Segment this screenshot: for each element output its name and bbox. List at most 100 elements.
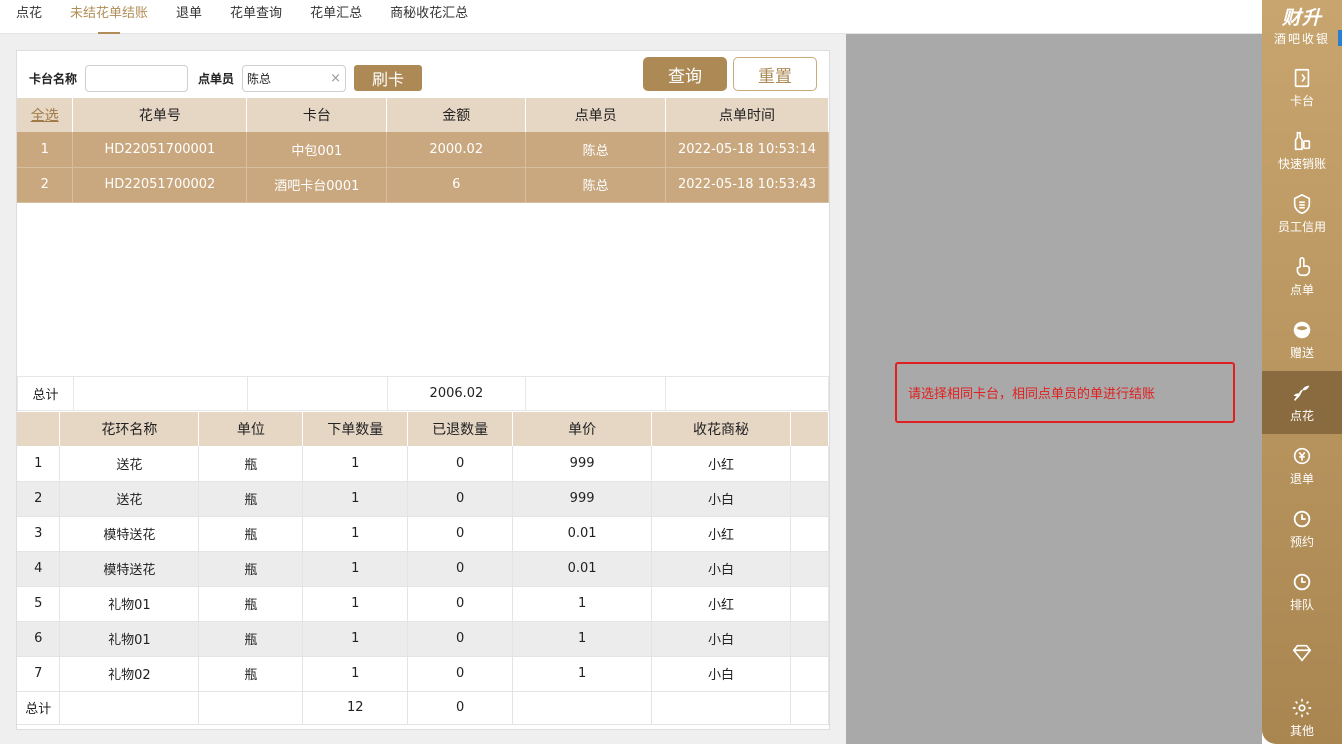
- cell: 1: [302, 481, 409, 517]
- top-tab-bar: 点花 未结花单结账 退单 花单查询 花单汇总 商秘收花汇总: [0, 0, 1262, 34]
- sidebar-item-member[interactable]: [1262, 623, 1342, 686]
- orders-total-row: 总计 2006.02: [17, 376, 829, 411]
- tab-order-summary[interactable]: 花单汇总: [310, 0, 362, 34]
- cell: 小白: [651, 551, 791, 587]
- gift-icon: [1293, 321, 1311, 338]
- tab-refund[interactable]: 退单: [176, 0, 202, 34]
- query-button[interactable]: 查询: [643, 57, 727, 91]
- sidebar-nav: 卡台 快速销账 员工信用 点单 赠送 点花 退单 预约 排队 其他: [1262, 56, 1342, 749]
- table-row[interactable]: 7 礼物02 瓶 1 0 1 小白: [17, 656, 830, 692]
- sidebar-item-other[interactable]: 其他: [1262, 686, 1342, 749]
- cell: 1: [302, 551, 409, 587]
- table-row[interactable]: 2 HD22051700002 酒吧卡台0001 6 陈总 2022-05-18…: [17, 167, 829, 203]
- cell: [790, 446, 830, 482]
- swipe-card-button[interactable]: 刷卡: [354, 65, 423, 91]
- cell: 1: [512, 586, 653, 622]
- cell: [525, 376, 667, 411]
- cell: 瓶: [198, 551, 304, 587]
- clock-icon: [1293, 510, 1311, 527]
- order-time-header: 点单时间: [665, 98, 829, 132]
- cell: [790, 691, 830, 725]
- cell: [198, 691, 304, 725]
- cell: [790, 516, 830, 552]
- table-row[interactable]: 1 送花瓶 1 0 999 小红: [17, 446, 830, 482]
- diamond-icon: [1292, 644, 1312, 662]
- door-icon: [1294, 68, 1310, 87]
- cell: HD22051700001: [72, 132, 248, 168]
- cell: 小红: [651, 446, 791, 482]
- sidebar-item-label: 员工信用: [1277, 219, 1326, 234]
- cell: 1: [302, 446, 409, 482]
- queue-clock-icon: [1293, 573, 1311, 590]
- reset-button[interactable]: 重置: [733, 57, 817, 91]
- sidebar-item-label: 排队: [1289, 597, 1314, 612]
- sidebar-item-reservation[interactable]: 预约: [1262, 497, 1342, 560]
- tab-dianhua[interactable]: 点花: [16, 0, 42, 34]
- sidebar-item-queue[interactable]: 排队: [1262, 560, 1342, 623]
- card-header: 卡台: [246, 98, 388, 132]
- cell: 0: [407, 621, 514, 657]
- cell: 瓶: [198, 481, 304, 517]
- brand-subtitle: 酒吧收银: [1273, 32, 1330, 46]
- cell: 瓶: [198, 516, 304, 552]
- search-bar: 卡台名称 点单员 陈总 × 刷卡: [29, 64, 423, 92]
- cell: 瓶: [198, 621, 304, 657]
- table-row[interactable]: 2 送花瓶 1 0 999 小白: [17, 481, 830, 517]
- waiter-label: 点单员: [198, 71, 235, 86]
- unit-header: 单位: [198, 412, 304, 446]
- cell: 0: [407, 516, 514, 552]
- waiter-value: 陈总: [247, 71, 272, 86]
- select-all-header[interactable]: 全选: [17, 98, 74, 132]
- cell: 陈总: [525, 132, 667, 168]
- cell: 瓶: [198, 586, 304, 622]
- total-returned: 0: [407, 691, 514, 725]
- cell: 模特送花: [59, 551, 200, 587]
- sidebar-item-gift[interactable]: 赠送: [1262, 308, 1342, 371]
- cell: [790, 586, 830, 622]
- clear-icon[interactable]: ×: [330, 71, 341, 86]
- cell: 0.01: [512, 516, 653, 552]
- cell: [59, 691, 200, 725]
- cell: [790, 551, 830, 587]
- table-row[interactable]: 4 模特送花瓶 1 0 0.01 小白: [17, 551, 830, 587]
- cell: 陈总: [525, 167, 667, 203]
- cell: 2: [17, 167, 74, 203]
- table-row[interactable]: 6 礼物01 瓶 1 0 1 小白: [17, 621, 830, 657]
- sidebar-item-label: 退单: [1289, 471, 1314, 486]
- tab-order-query[interactable]: 花单查询: [230, 0, 282, 34]
- brand-name: 财升: [1281, 7, 1322, 29]
- sidebar-item-flower[interactable]: 点花: [1262, 371, 1342, 434]
- sidebar-item-quick-writeoff[interactable]: 快速销账: [1262, 119, 1342, 182]
- refund-icon: [1293, 447, 1311, 464]
- cell: 4: [17, 551, 61, 587]
- edge-indicator: [1338, 30, 1342, 46]
- sidebar-item-staff-credit[interactable]: 员工信用: [1262, 182, 1342, 245]
- extra-header: [790, 412, 830, 446]
- tab-secretary-summary[interactable]: 商秘收花汇总: [390, 0, 468, 34]
- total-amount: 2006.02: [386, 376, 527, 411]
- sidebar-item-label: 点花: [1289, 408, 1314, 423]
- tab-unsettled-checkout[interactable]: 未结花单结账: [70, 0, 148, 34]
- sidebar-item-refund[interactable]: 退单: [1262, 434, 1342, 497]
- table-row[interactable]: 5 礼物01 瓶 1 0 1 小红: [17, 586, 830, 622]
- sidebar-item-card-table[interactable]: 卡台: [1262, 56, 1342, 119]
- card-name-input[interactable]: [85, 64, 189, 92]
- sidebar-item-label: 预约: [1289, 534, 1314, 549]
- cell: [246, 376, 388, 411]
- cell: 瓶: [198, 446, 304, 482]
- table-row[interactable]: 3 模特送花瓶 1 0 0.01 小红: [17, 516, 830, 552]
- cell: 1: [512, 621, 653, 657]
- sidebar-item-label: 赠送: [1289, 345, 1314, 360]
- table-row[interactable]: 1 HD22051700001 中包001 2000.02 陈总 2022-05…: [17, 132, 829, 168]
- cell: 2022-05-18 10:53:14: [665, 132, 829, 168]
- item-name-header: 花环名称: [59, 412, 200, 446]
- cell: 5: [17, 586, 61, 622]
- orders-table: 全选 花单号 卡台 金额 点单员 点单时间 1 HD22051700001 中包…: [17, 98, 829, 203]
- cell: HD22051700002: [72, 167, 248, 203]
- sidebar-item-label: 卡台: [1289, 93, 1314, 108]
- order-no-header: 花单号: [72, 98, 248, 132]
- qty-header: 下单数量: [302, 412, 409, 446]
- cell: 中包001: [246, 132, 388, 168]
- sidebar-item-order[interactable]: 点单: [1262, 245, 1342, 308]
- waiter-field[interactable]: 陈总 ×: [242, 64, 347, 92]
